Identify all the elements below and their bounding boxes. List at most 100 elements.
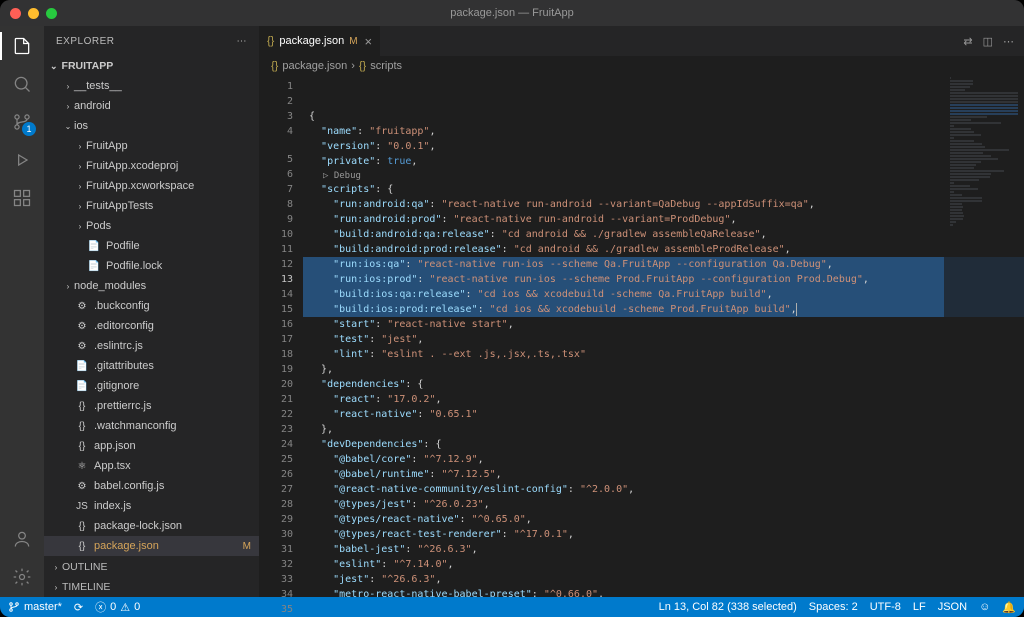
chevron-right-icon: › (74, 202, 86, 211)
code-area[interactable]: { "name": "fruitapp", "version": "0.0.1"… (303, 76, 1024, 597)
code-line[interactable]: "@types/react-native": "^0.65.0", (303, 512, 1024, 527)
tree-folder[interactable]: ›FruitApp (44, 136, 259, 156)
code-line[interactable]: "lint": "eslint . --ext .js,.jsx,.ts,.ts… (303, 347, 1024, 362)
codelens-debug[interactable]: ▷ Debug (303, 169, 1024, 182)
chevron-right-icon: › (62, 82, 74, 91)
status-cursor[interactable]: Ln 13, Col 82 (338 selected) (659, 601, 797, 613)
tree-file[interactable]: {}package.jsonM (44, 536, 259, 556)
code-line[interactable]: "run:android:prod": "react-native run-an… (303, 212, 1024, 227)
code-line[interactable]: "babel-jest": "^26.6.3", (303, 542, 1024, 557)
code-line[interactable]: "scripts": { (303, 182, 1024, 197)
tree-file[interactable]: ⚙.eslintrc.js (44, 336, 259, 356)
breadcrumb-file[interactable]: package.json (282, 60, 347, 72)
status-bell-icon[interactable]: 🔔 (1002, 601, 1016, 614)
source-control-icon[interactable]: 1 (10, 110, 34, 134)
code-line[interactable]: "private": true, (303, 154, 1024, 169)
settings-gear-icon[interactable] (10, 565, 34, 589)
close-window-icon[interactable] (10, 8, 21, 19)
minimap[interactable] (944, 76, 1024, 597)
code-line[interactable]: "@babel/runtime": "^7.12.5", (303, 467, 1024, 482)
tree-file[interactable]: ⚙.editorconfig (44, 316, 259, 336)
debug-icon[interactable] (10, 148, 34, 172)
tree-item-label: .buckconfig (94, 300, 150, 312)
code-line[interactable]: "@babel/core": "^7.12.9", (303, 452, 1024, 467)
code-line[interactable]: "eslint": "^7.14.0", (303, 557, 1024, 572)
status-spaces[interactable]: Spaces: 2 (809, 601, 858, 613)
outline-section[interactable]: › OUTLINE (44, 557, 259, 577)
tree-folder[interactable]: ⌄ios (44, 116, 259, 136)
sidebar-project-title[interactable]: ⌄ FRUITAPP (44, 56, 259, 76)
tree-item-label: package.json (94, 540, 159, 552)
code-line[interactable]: "react": "17.0.2", (303, 392, 1024, 407)
code-line[interactable]: "run:ios:qa": "react-native run-ios --sc… (303, 257, 1024, 272)
tree-file[interactable]: 📄Podfile (44, 236, 259, 256)
status-branch[interactable]: master* (8, 601, 62, 613)
tree-item-label: Podfile.lock (106, 260, 162, 272)
code-line[interactable]: "@react-native-community/eslint-config":… (303, 482, 1024, 497)
breadcrumbs[interactable]: {} package.json › {} scripts (259, 56, 1024, 76)
compare-changes-icon[interactable]: ⇄ (963, 35, 972, 48)
code-line[interactable]: "run:ios:prod": "react-native run-ios --… (303, 272, 1024, 287)
code-line[interactable]: }, (303, 362, 1024, 377)
account-icon[interactable] (10, 527, 34, 551)
timeline-section[interactable]: › TIMELINE (44, 577, 259, 597)
code-line[interactable]: "jest": "^26.6.3", (303, 572, 1024, 587)
status-feedback-icon[interactable]: ☺ (979, 601, 990, 613)
tree-folder[interactable]: ›__tests__ (44, 76, 259, 96)
extensions-icon[interactable] (10, 186, 34, 210)
tree-file[interactable]: 📄.gitattributes (44, 356, 259, 376)
code-line[interactable]: "@types/jest": "^26.0.23", (303, 497, 1024, 512)
tree-folder[interactable]: ›FruitAppTests (44, 196, 259, 216)
status-sync[interactable]: ⟳ (74, 601, 83, 614)
tree-file[interactable]: {}package-lock.json (44, 516, 259, 536)
tab-package-json[interactable]: {} package.json M × (259, 26, 381, 56)
status-eol[interactable]: LF (913, 601, 926, 613)
explorer-icon[interactable] (10, 34, 34, 58)
code-line[interactable]: "version": "0.0.1", (303, 139, 1024, 154)
tree-file[interactable]: {}.prettierrc.js (44, 396, 259, 416)
tree-file[interactable]: ⚙babel.config.js (44, 476, 259, 496)
code-line[interactable]: { (303, 109, 1024, 124)
code-line[interactable]: "name": "fruitapp", (303, 124, 1024, 139)
tree-file[interactable]: JSindex.js (44, 496, 259, 516)
minimize-window-icon[interactable] (28, 8, 39, 19)
tree-file[interactable]: {}.watchmanconfig (44, 416, 259, 436)
titlebar[interactable]: package.json — FruitApp (0, 0, 1024, 26)
editor-body[interactable]: 1234567891011121314151617181920212223242… (259, 76, 1024, 597)
chevron-right-icon: › (74, 162, 86, 171)
more-icon[interactable]: ⋯ (237, 36, 248, 47)
tree-file[interactable]: ⚙.buckconfig (44, 296, 259, 316)
file-icon: ⚛ (74, 461, 90, 472)
tree-folder[interactable]: ›android (44, 96, 259, 116)
tree-file[interactable]: 📄Podfile.lock (44, 256, 259, 276)
tree-folder[interactable]: ›Pods (44, 216, 259, 236)
code-line[interactable]: "@types/react-test-renderer": "^17.0.1", (303, 527, 1024, 542)
code-line[interactable]: "run:android:qa": "react-native run-andr… (303, 197, 1024, 212)
tree-file[interactable]: {}app.json (44, 436, 259, 456)
code-line[interactable]: "build:ios:prod:release": "cd ios && xco… (303, 302, 1024, 317)
status-problems[interactable]: ⓧ0 ⚠0 (95, 599, 140, 615)
search-icon[interactable] (10, 72, 34, 96)
code-line[interactable]: "metro-react-native-babel-preset": "^0.6… (303, 587, 1024, 597)
code-line[interactable]: "test": "jest", (303, 332, 1024, 347)
code-line[interactable]: "build:android:qa:release": "cd android … (303, 227, 1024, 242)
status-language[interactable]: JSON (938, 601, 967, 613)
close-tab-icon[interactable]: × (365, 34, 373, 49)
code-line[interactable]: "dependencies": { (303, 377, 1024, 392)
code-line[interactable]: "react-native": "0.65.1" (303, 407, 1024, 422)
tree-folder[interactable]: ›FruitApp.xcworkspace (44, 176, 259, 196)
tree-file[interactable]: ⚛App.tsx (44, 456, 259, 476)
code-line[interactable]: }, (303, 422, 1024, 437)
tree-file[interactable]: 📄.gitignore (44, 376, 259, 396)
tree-folder[interactable]: ›node_modules (44, 276, 259, 296)
tree-folder[interactable]: ›FruitApp.xcodeproj (44, 156, 259, 176)
maximize-window-icon[interactable] (46, 8, 57, 19)
code-line[interactable]: "build:android:prod:release": "cd androi… (303, 242, 1024, 257)
split-editor-icon[interactable]: ◫ (983, 35, 993, 48)
status-encoding[interactable]: UTF-8 (870, 601, 901, 613)
code-line[interactable]: "build:ios:qa:release": "cd ios && xcode… (303, 287, 1024, 302)
code-line[interactable]: "devDependencies": { (303, 437, 1024, 452)
breadcrumb-symbol[interactable]: scripts (370, 60, 402, 72)
code-line[interactable]: "start": "react-native start", (303, 317, 1024, 332)
more-actions-icon[interactable]: ⋯ (1003, 35, 1014, 48)
